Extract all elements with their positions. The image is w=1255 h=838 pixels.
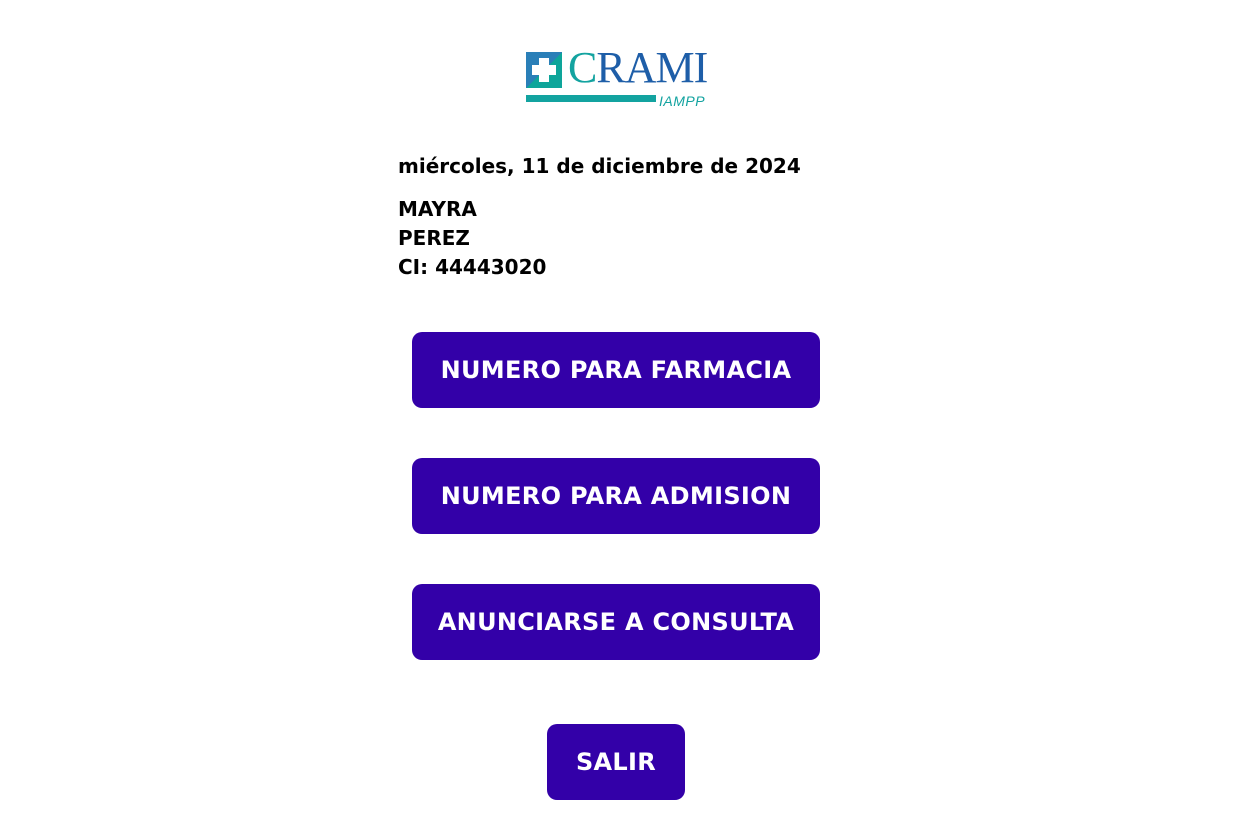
medical-cross-icon	[526, 52, 562, 88]
patient-last-name: PEREZ	[398, 226, 470, 250]
numero-farmacia-button[interactable]: NUMERO PARA FARMACIA	[412, 332, 820, 408]
current-date: miércoles, 11 de diciembre de 2024	[398, 154, 801, 178]
salir-button[interactable]: SALIR	[547, 724, 685, 800]
numero-admision-button[interactable]: NUMERO PARA ADMISION	[412, 458, 820, 534]
logo-subtitle: IAMPP	[659, 93, 706, 109]
logo-wordmark: CRAMI	[568, 43, 708, 92]
patient-first-name: MAYRA	[398, 197, 477, 221]
logo-underline	[526, 95, 656, 102]
crami-logo: CRAMI IAMPP	[526, 46, 710, 112]
logo-wordmark-first: C	[568, 43, 597, 92]
patient-info: miércoles, 11 de diciembre de 2024 MAYRA…	[398, 152, 801, 282]
anunciarse-consulta-button[interactable]: ANUNCIARSE A CONSULTA	[412, 584, 820, 660]
logo-wordmark-rest: RAMI	[596, 43, 708, 92]
patient-ci: CI: 44443020	[398, 255, 547, 279]
